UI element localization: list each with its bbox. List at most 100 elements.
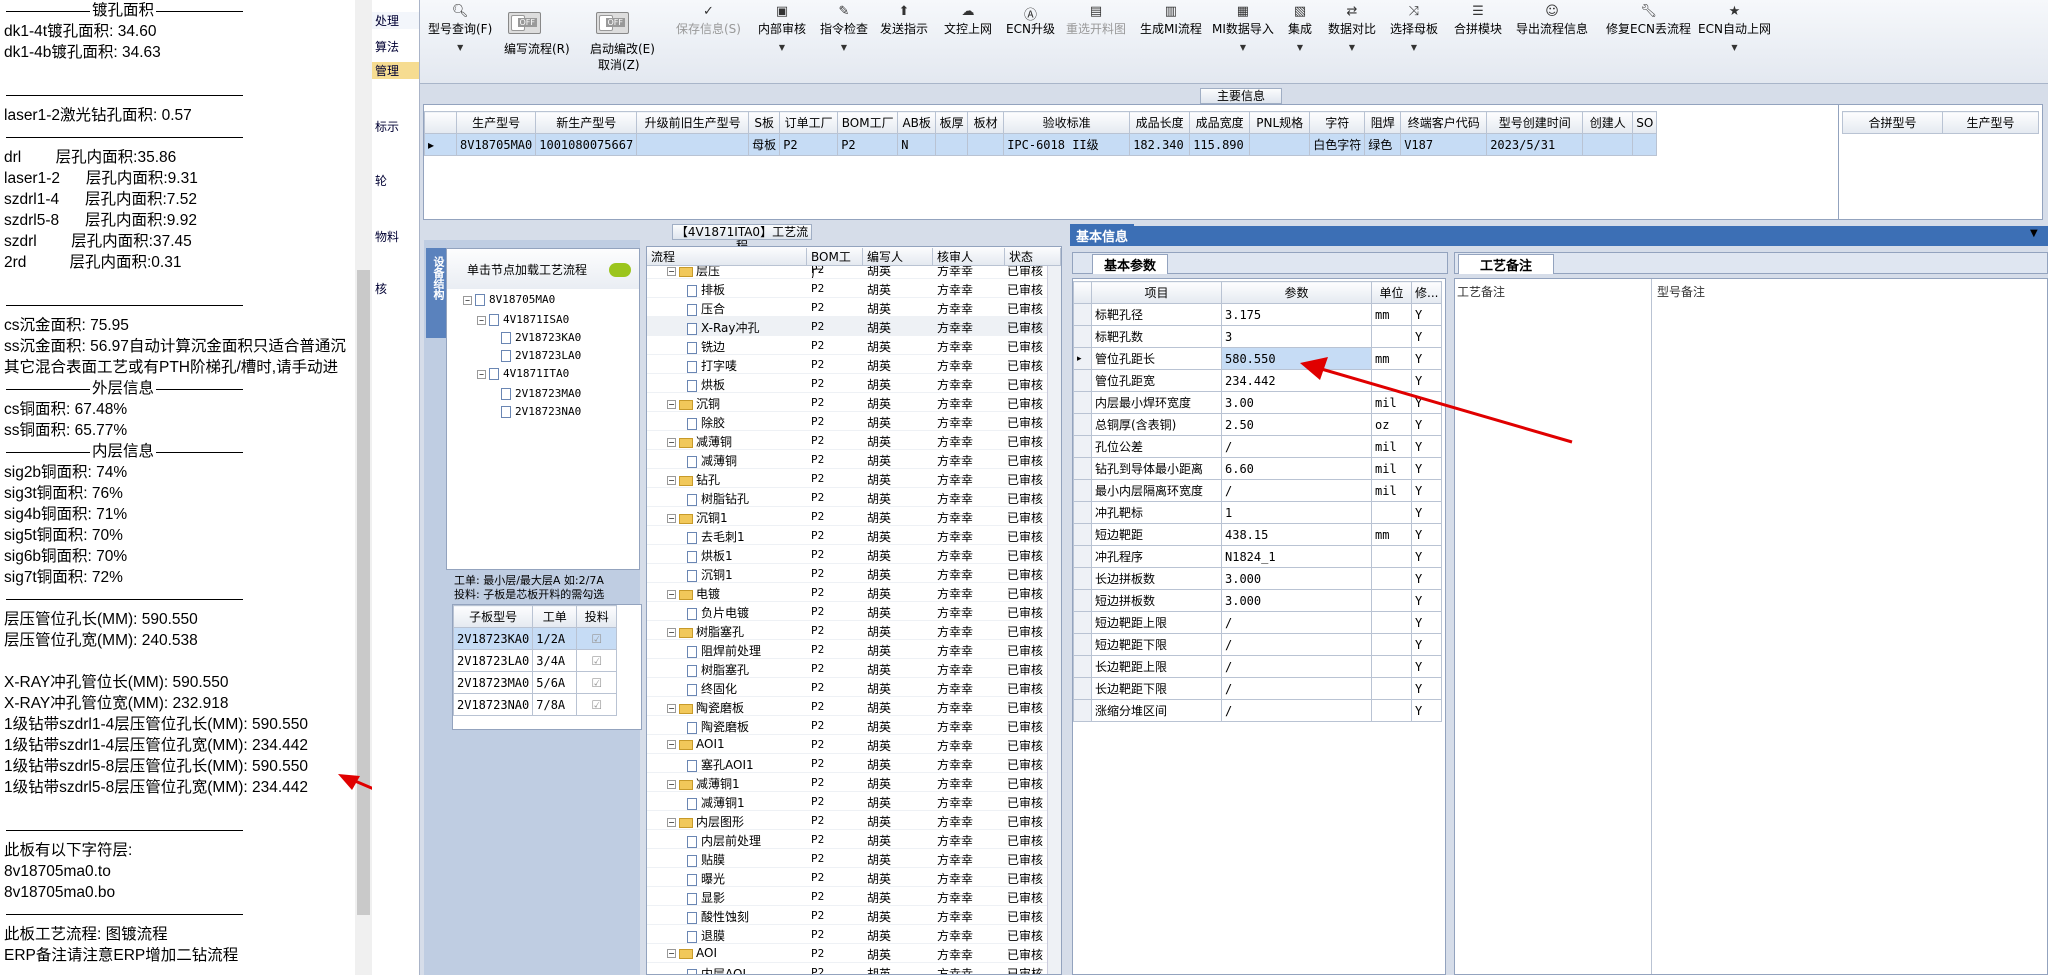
table-cell[interactable]: [1582, 133, 1634, 156]
tree-node[interactable]: 2V18723LA0: [501, 349, 581, 362]
instr-check-button[interactable]: ✎ 指令检查 ▼: [820, 4, 868, 52]
side-menu-item[interactable]: 核: [372, 280, 419, 297]
table-cell[interactable]: [1249, 133, 1311, 156]
side-menu-item[interactable]: 算法: [372, 38, 419, 55]
param-flag[interactable]: Y: [1410, 611, 1443, 634]
process-row[interactable]: − AOI1 P2 胡英 方幸幸 已审核: [647, 735, 1047, 754]
ecn-auto-button[interactable]: ★ ECN自动上网 ▼: [1698, 4, 1771, 52]
process-row[interactable]: 减薄铜 P2 胡英 方幸幸 已审核: [647, 450, 1047, 469]
process-row[interactable]: 终固化 P2 胡英 方幸幸 已审核: [647, 678, 1047, 697]
column-header[interactable]: 核审人: [933, 248, 1005, 265]
process-row[interactable]: 排板 P2 胡英 方幸幸 已审核: [647, 279, 1047, 298]
tree-node[interactable]: −4V1871ITA0: [477, 367, 569, 380]
table-cell[interactable]: 2V18723LA0: [453, 649, 534, 672]
table-cell[interactable]: [636, 133, 750, 156]
process-row[interactable]: 塞孔AOI1 P2 胡英 方幸幸 已审核: [647, 754, 1047, 773]
param-flag[interactable]: Y: [1410, 325, 1443, 348]
process-row[interactable]: 烘板 P2 胡英 方幸幸 已审核: [647, 374, 1047, 393]
process-row[interactable]: 阻焊前处理 P2 胡英 方幸幸 已审核: [647, 640, 1047, 659]
param-value[interactable]: /: [1221, 479, 1372, 502]
column-header[interactable]: BOM工厂: [807, 248, 863, 281]
process-row[interactable]: 去毛刺1 P2 胡英 方幸幸 已审核: [647, 526, 1047, 545]
param-flag[interactable]: Y: [1410, 589, 1443, 612]
process-row[interactable]: 树脂塞孔 P2 胡英 方幸幸 已审核: [647, 659, 1047, 678]
column-header[interactable]: 合拼型号: [1842, 111, 1943, 134]
table-row[interactable]: 短边靶距下限 / Y: [1073, 633, 1443, 656]
column-header[interactable]: 验收标准: [1003, 111, 1131, 134]
process-row[interactable]: 除胶 P2 胡英 方幸幸 已审核: [647, 412, 1047, 431]
param-value[interactable]: 1: [1221, 501, 1372, 524]
regen-panel-button[interactable]: ▤ 重选开料图: [1066, 4, 1126, 37]
table-cell[interactable]: 2V18723NA0: [453, 693, 534, 716]
tree-node[interactable]: 2V18723KA0: [501, 331, 581, 344]
process-row[interactable]: 打字唛 P2 胡英 方幸幸 已审核: [647, 355, 1047, 374]
mi-import-button[interactable]: ▦ MI数据导入 ▼: [1212, 4, 1274, 52]
table-cell[interactable]: N: [897, 133, 937, 156]
table-row[interactable]: ▸ 8V18705MA0 1001080075667 母板 P2 P2 N IPC-6018 …: [424, 133, 1658, 156]
process-row[interactable]: 烘板1 P2 胡英 方幸幸 已审核: [647, 545, 1047, 564]
table-cell[interactable]: IPC-6018 II级: [1003, 133, 1131, 156]
column-header[interactable]: 字符: [1309, 111, 1366, 134]
table-row[interactable]: 2V18723MA0 5/6A ☑: [453, 671, 618, 694]
param-flag[interactable]: Y: [1410, 523, 1443, 546]
checkbox[interactable]: ☑: [576, 671, 618, 694]
table-cell[interactable]: P2: [779, 133, 839, 156]
table-cell[interactable]: 3/4A: [532, 649, 578, 672]
model-remark-input[interactable]: [1657, 305, 2043, 965]
table-cell[interactable]: 1/2A: [532, 627, 578, 650]
process-row[interactable]: − 沉铜 P2 胡英 方幸幸 已审核: [647, 393, 1047, 412]
process-row[interactable]: − 沉铜1 P2 胡英 方幸幸 已审核: [647, 507, 1047, 526]
column-header[interactable]: SO: [1632, 111, 1658, 134]
tab-basic-params[interactable]: 基本参数: [1092, 254, 1168, 274]
side-menu-item[interactable]: 标示: [372, 118, 419, 135]
table-cell[interactable]: 白色字符: [1309, 133, 1366, 156]
column-header[interactable]: 工单: [532, 605, 578, 628]
table-cell[interactable]: 7/8A: [532, 693, 578, 716]
column-header[interactable]: 投料: [576, 605, 618, 628]
param-value[interactable]: 6.60: [1221, 457, 1372, 480]
column-header[interactable]: 升级前旧生产型号: [636, 111, 750, 134]
tree-node[interactable]: −4V1871ISA0: [477, 313, 569, 326]
process-row[interactable]: 陶瓷磨板 P2 胡英 方幸幸 已审核: [647, 716, 1047, 735]
table-cell[interactable]: 5/6A: [532, 671, 578, 694]
model-query-button[interactable]: 🔍︎ 型号查询(F) ▼: [428, 4, 492, 52]
column-header[interactable]: AB板: [897, 111, 937, 134]
column-header[interactable]: S板: [748, 111, 781, 134]
process-row[interactable]: 铣边 P2 胡英 方幸幸 已审核: [647, 336, 1047, 355]
column-header[interactable]: 成品长度: [1129, 111, 1191, 134]
process-row[interactable]: − 减薄铜1 P2 胡英 方幸幸 已审核: [647, 773, 1047, 792]
table-row[interactable]: 冲孔程序 N1824_1 Y: [1073, 545, 1443, 568]
param-flag[interactable]: Y: [1410, 677, 1443, 700]
table-cell[interactable]: 2V18723MA0: [453, 671, 534, 694]
side-menu-item[interactable]: 管理: [372, 62, 419, 79]
column-header[interactable]: 状态: [1005, 248, 1061, 265]
column-header[interactable]: 型号创建时间: [1486, 111, 1584, 134]
process-row[interactable]: − 陶瓷磨板 P2 胡英 方幸幸 已审核: [647, 697, 1047, 716]
param-flag[interactable]: Y: [1410, 479, 1443, 502]
table-row[interactable]: 钻孔到导体最小距离 6.60 mil Y: [1073, 457, 1443, 480]
save-button[interactable]: ✓ 保存信息(S): [676, 4, 741, 37]
param-value[interactable]: 3: [1221, 325, 1372, 348]
process-row[interactable]: 内层AOI P2 胡英 方幸幸 已审核: [647, 963, 1047, 974]
param-flag[interactable]: Y: [1410, 699, 1443, 722]
param-value[interactable]: N1824_1: [1221, 545, 1372, 568]
table-cell[interactable]: V187: [1400, 133, 1488, 156]
column-header[interactable]: 板材: [967, 111, 1005, 134]
compare-button[interactable]: ⇄ 数据对比 ▼: [1328, 4, 1376, 52]
process-row[interactable]: − 减薄铜 P2 胡英 方幸幸 已审核: [647, 431, 1047, 450]
tab-device-structure[interactable]: 设备结构: [426, 248, 446, 338]
column-header[interactable]: 参数: [1221, 281, 1372, 304]
table-cell[interactable]: 2023/5/31: [1486, 133, 1584, 156]
table-row[interactable]: 2V18723LA0 3/4A ☑: [453, 649, 618, 672]
ecn-upgrade-button[interactable]: Ⓐ ECN升级: [1006, 4, 1055, 37]
column-header[interactable]: 项目: [1091, 281, 1222, 304]
side-menu-item[interactable]: 轮: [372, 172, 419, 189]
process-scrollbar[interactable]: [1047, 266, 1061, 974]
param-value[interactable]: /: [1221, 677, 1372, 700]
internal-review-button[interactable]: ▣ 内部审核 ▼: [758, 4, 806, 52]
column-header[interactable]: 订单工厂: [779, 111, 839, 134]
param-flag[interactable]: Y: [1410, 633, 1443, 656]
process-row[interactable]: 曝光 P2 胡英 方幸幸 已审核: [647, 868, 1047, 887]
param-value[interactable]: 3.175: [1221, 303, 1372, 326]
cancel-button[interactable]: 取消(Z): [598, 56, 640, 73]
